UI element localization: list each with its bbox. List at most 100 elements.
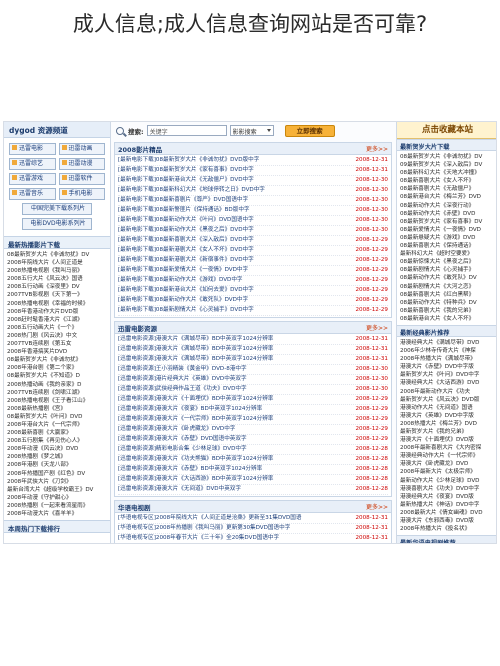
list-item[interactable]: 2008年院线大片《人间正道是 (7, 259, 107, 267)
list-item[interactable]: 2008年武侠大片《刀剑》 (7, 478, 107, 486)
movie-title-link[interactable]: [最新电影下载]08最新喜剧大片《深入敌后》DVD中字 (118, 236, 338, 245)
list-item[interactable]: 最新贺岁大片《叶问》DVD中字 (400, 371, 495, 379)
list-item[interactable]: 08最新喜剧大片《保持通话》 (400, 242, 495, 250)
list-item[interactable]: 2008五行剧集《再见伤心人》 (7, 437, 107, 445)
list-item[interactable]: 2008热播动画《我的亲家》D (7, 381, 107, 389)
list-item[interactable]: 2008年动漫《守护甜心》 (7, 494, 107, 502)
list-item[interactable]: 港澳喜剧大片《功夫》DVD中字 (400, 485, 495, 493)
list-item[interactable]: 09最新贺岁大片《深入敌后》DV (400, 161, 495, 169)
more-link[interactable]: 更多>> (366, 144, 388, 153)
movie-title-link[interactable]: [迅雷电影资源]港澳大片《赤壁》DVD国语中英双字 (118, 435, 338, 444)
list-item[interactable]: 2008年最新喜剧大片《大内密探 (400, 444, 495, 452)
movie-title-link[interactable]: [迅雷电影资源]精彩电影合集《少林足球》DVD中字 (118, 445, 338, 454)
list-item[interactable]: 08最新贺岁大片《家有喜事》DV (400, 218, 495, 226)
movie-title-link[interactable]: [最新电影下载]08最新港剧大片《女人不坏》DVD中字 (118, 246, 338, 255)
category-button[interactable]: 迅雷游戏 (9, 173, 56, 185)
list-item[interactable]: 08最新剧情大片《大河之恋》 (400, 283, 495, 291)
movie-row[interactable]: [迅雷电影资源]港澳大片《无间道》DVD中英双字 2008-12-28 (118, 485, 388, 495)
movie-row[interactable]: [最新电影下载]08最新港台大片《无敌僵尸》DVD中字 2008-12-30 (118, 176, 388, 186)
list-item[interactable]: 08最新贺岁大片《不知道》D (7, 372, 107, 380)
list-item[interactable]: 08最新剧情大片《心灵捕手》 (400, 266, 495, 274)
movie-title-link[interactable]: [最新电影下载]08最新港台大片《无敌僵尸》DVD中字 (118, 176, 338, 185)
movie-row[interactable]: [最新电影下载]08最新动作大片《敢死队》DVD中字 2008-12-29 (118, 296, 388, 306)
list-item[interactable]: 港澳大片《英雄》DVD中字版 (400, 412, 495, 420)
movie-row[interactable]: [最新电影下载]08最新港剧大片《女人不坏》DVD中字 2008-12-29 (118, 246, 388, 256)
movie-row[interactable]: [迅雷电影资源]港澳大片《满城尽带》BD中英双字1024分辨率 2008-12-3… (118, 355, 388, 365)
movie-title-link[interactable]: [最新电影下载]08最新爱情大片《一夜情》DVD中字 (118, 266, 338, 275)
movie-row[interactable]: [迅雷电影资源]港澳大片《赤壁》DVD国语中英双字 2008-12-29 (118, 435, 388, 445)
category-button[interactable]: 迅雷软件 (58, 173, 105, 185)
movie-title-link[interactable]: [迅雷电影资源]港澳大片《赤壁》BD中英双字1024分辨率 (118, 465, 338, 474)
movie-row[interactable]: [华语电视专区]2008年春节大片《三十年》全20集DVD国语中字 2008-12… (118, 534, 388, 543)
movie-row[interactable]: [迅雷电影资源]港澳大片《满城尽带》BD中英双字1024分辨率 2008-12-3… (118, 345, 388, 355)
search-input[interactable]: 关键字 (146, 125, 227, 136)
list-item[interactable]: 2008五行动画《深夜里》DV (7, 283, 107, 291)
list-item[interactable]: 港澳动作大片《无间道》国语 (400, 404, 495, 412)
list-item[interactable]: 08最新喜剧大片《女人不坏》 (400, 177, 495, 185)
list-item[interactable]: 08最新港台大片《女人不坏》 (400, 315, 495, 323)
list-item[interactable]: 08最新惊悚大片《黑夜之后》 (400, 258, 495, 266)
list-item[interactable]: 08最新喜剧大片《无敌僵尸》 (400, 185, 495, 193)
movie-row[interactable]: [迅雷电影资源]港片经典大片《英雄》DVD中英双字 2008-12-30 (118, 375, 388, 385)
movie-row[interactable]: [迅雷电影资源]武侠经典作品王道《功夫》DVD中字 2008-12-30 (118, 385, 388, 395)
list-item[interactable]: 港澳经典大片《满城尽带》DVD (400, 339, 495, 347)
list-item[interactable]: 2008最新大片《倩女幽魂》DVD (400, 509, 495, 517)
category-button[interactable]: 迅雷音乐 (9, 188, 56, 200)
list-item[interactable]: 08最新科幻大片《天地大冲撞》 (400, 169, 495, 177)
movie-title-link[interactable]: [最新电影下载]08最新贺岁大片《家有喜事》DVD中字 (118, 166, 338, 175)
list-item[interactable]: 2008热播剧《梦之城》 (7, 453, 107, 461)
list-item[interactable]: 2007TVB连续剧《第五女 (7, 340, 107, 348)
movie-row[interactable]: [最新电影下载]08最新警匪片《保持通话》BD版中字 2008-12-30 (118, 206, 388, 216)
movie-title-link[interactable]: [最新电影下载]08最新喜剧片《尊严》DVD国语中字 (118, 196, 338, 205)
list-item[interactable]: 2008年最新大片《太极宗师》 (400, 468, 495, 476)
list-item[interactable]: 08最新动作大片《深夜行动》 (400, 202, 495, 210)
list-item[interactable]: 2008年热播大片《投名状》 (400, 525, 495, 533)
category-button[interactable]: 迅雷动漫 (58, 158, 105, 170)
movie-title-link[interactable]: [迅雷电影资源]港澳大片《卧虎藏龙》DVD中字 (118, 425, 338, 434)
movie-row[interactable]: [华语电视专区]2008年院线大片《人间正道是沧桑》更新至31集DVD国语 200… (118, 514, 388, 524)
list-item[interactable]: 08最新贺岁大片《非诚勿扰》DV (400, 153, 495, 161)
list-item[interactable]: 港澳经典大片《大话西游》DVD (400, 379, 495, 387)
movie-title-link[interactable]: [华语电视专区]2008年院线大片《人间正道是沧桑》更新至31集DVD国语 (118, 514, 338, 523)
list-item[interactable]: 2007TVB影视剧《天下第一》 (7, 291, 107, 299)
movie-row[interactable]: [最新电影下载]08最新科幻大片《地球停转之日》DVD中字 2008-12-30 (118, 186, 388, 196)
movie-title-link[interactable]: [最新电影下载]08最新剧情大片《心灵捕手》DVD中字 (118, 306, 338, 315)
movie-title-link[interactable]: [迅雷电影资源]港澳大片《大话西游》BD中英双字1024分辨率 (118, 475, 338, 484)
movie-row[interactable]: [最新电影下载]08最新贺岁大片《家有喜事》DVD中字 2008-12-31 (118, 166, 388, 176)
movie-title-link[interactable]: [最新电影下载]08最新科幻大片《地球停转之日》DVD中字 (118, 186, 338, 195)
movie-row[interactable]: [最新电影下载]08最新喜剧片《尊严》DVD国语中字 2008-12-30 (118, 196, 388, 206)
movie-row[interactable]: [最新电影下载]08最新动作大片《黑夜之后》DVD中字 2008-12-30 (118, 226, 388, 236)
list-item[interactable]: 2008最新喜剧《大赢家》 (7, 429, 107, 437)
movie-title-link[interactable]: [最新电影下载]08最新港剧大片《新宿事件》DVD中字 (118, 256, 338, 265)
list-item[interactable]: 最新贺岁大片《风云决》DVD版 (400, 396, 495, 404)
list-item[interactable]: 08最新爱情大片《一夜情》DVD (400, 226, 495, 234)
list-item[interactable]: 2008热播大片《梅兰芳》DVD (400, 420, 495, 428)
movie-title-link[interactable]: [迅雷电影资源]港澳大片《功夫熊猫》BD中英双字1024分辨率 (118, 455, 338, 464)
movie-row[interactable]: [最新电影下载]08最新贺岁大片《非诚勿扰》DVD版中字 2008-12-31 (118, 156, 388, 166)
category-button[interactable]: 迅雷电影 (9, 143, 56, 155)
category-button[interactable]: 迅雷动画 (58, 143, 105, 155)
movie-title-link[interactable]: [迅雷电影资源]港澳大片《夜宴》BD中英双字1024分辨率 (118, 405, 338, 414)
list-item[interactable]: 2008年动漫大片《喜羊羊》 (7, 510, 107, 518)
list-item[interactable]: 2008年港台剧《第二个家》 (7, 364, 107, 372)
movie-title-link[interactable]: [最新电影下载]08最新警匪片《保持通话》BD版中字 (118, 206, 338, 215)
movie-row[interactable]: [迅雷电影资源]港澳大片《满城尽带》BD中英双字1024分辨率 2008-12-3… (118, 335, 388, 345)
movie-row[interactable]: [最新电影下载]08最新爱情大片《一夜情》DVD中字 2008-12-29 (118, 266, 388, 276)
list-item[interactable]: 08最新港台大片《梅兰芳》DVD (400, 193, 495, 201)
list-item[interactable]: 2008赶时髦香港大片《江湖》 (7, 316, 107, 324)
list-item[interactable]: 08最新贺岁大片《非诚勿扰》DV (7, 251, 107, 259)
movie-title-link[interactable]: [最新电影下载]08最新动作大片《黑夜之后》DVD中字 (118, 226, 338, 235)
movie-title-link[interactable]: [迅雷电影资源]港澳大片《满城尽带》BD中英双字1024分辨率 (118, 345, 338, 354)
movie-row[interactable]: [迅雷电影资源]港澳大片《夜宴》BD中英双字1024分辨率 2008-12-29 (118, 405, 388, 415)
search-type-select[interactable]: 影影搜索 (229, 125, 274, 136)
movie-row[interactable]: [最新电影下载]08最新剧情大片《心灵捕手》DVD中字 2008-12-29 (118, 306, 388, 316)
movie-row[interactable]: [最新电影下载]08最新港台大片《如何去爱》DVD中字 2008-12-29 (118, 286, 388, 296)
list-item[interactable]: 2008最新热播剧《宫》 (7, 405, 107, 413)
list-item[interactable]: 08最新动作大片《赤壁》DVD (400, 210, 495, 218)
list-item[interactable]: 2008年香港动作大片DVD版 (7, 308, 107, 316)
list-item[interactable]: 2008热播剧《一起来看流星雨》 (7, 502, 107, 510)
movie-title-link[interactable]: [华语电视专区]2008年春节大片《三十年》全20集DVD国语中字 (118, 534, 338, 543)
movie-title-link[interactable]: [最新电影下载]08最新动作大片《敢死队》DVD中字 (118, 296, 338, 305)
list-item[interactable]: 2008年港剧《天龙八部》 (7, 461, 107, 469)
list-item[interactable]: 2008五行大片《风云决》国语 (7, 275, 107, 283)
